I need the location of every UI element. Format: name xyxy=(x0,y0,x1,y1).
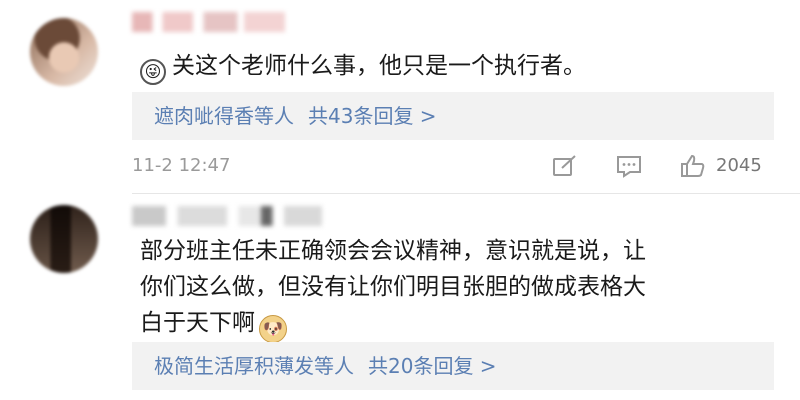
reply-count: 共20条回复 > xyxy=(368,354,497,378)
reply-names: 遮肉呲得香等人 xyxy=(154,104,294,128)
view-replies-button[interactable]: 遮肉呲得香等人 共43条回复 > xyxy=(132,92,774,140)
reply-names: 极简生活厚积薄发等人 xyxy=(154,354,354,378)
comment-time: 11-2 12:47 xyxy=(132,155,231,176)
comment-line: 部分班主任未正确领会会议精神，意识就是说，让 xyxy=(140,238,646,264)
like-count: 2045 xyxy=(716,155,762,176)
reply-count: 共43条回复 > xyxy=(308,104,437,128)
comment-divider xyxy=(132,193,800,194)
tongue-out-emoji-icon: 😜 xyxy=(140,59,166,85)
comment-text: 部分班主任未正确领会会议精神，意识就是说，让 你们这么做，但没有让你们明目张胆的… xyxy=(140,233,646,343)
username-blurred[interactable] xyxy=(132,206,322,226)
comment-bubble-icon[interactable] xyxy=(616,154,642,178)
comment-line: 白于天下啊 xyxy=(140,310,255,336)
comment-text: 😜 关这个老师什么事，他只是一个执行者。 xyxy=(140,48,586,85)
doge-emoji-icon: 🐶 xyxy=(259,315,287,343)
username-blurred[interactable] xyxy=(132,12,302,32)
comment-meta: 11-2 12:47 2045 xyxy=(132,150,774,182)
comment-body: 关这个老师什么事，他只是一个执行者。 xyxy=(172,53,586,79)
view-replies-button[interactable]: 极简生活厚积薄发等人 共20条回复 > xyxy=(132,342,774,390)
user-avatar[interactable] xyxy=(30,205,98,273)
edit-share-icon[interactable] xyxy=(552,154,578,178)
comment-line: 你们这么做，但没有让你们明目张胆的做成表格大 xyxy=(140,274,646,300)
thumbs-up-icon[interactable] xyxy=(680,154,706,178)
user-avatar[interactable] xyxy=(30,18,98,86)
